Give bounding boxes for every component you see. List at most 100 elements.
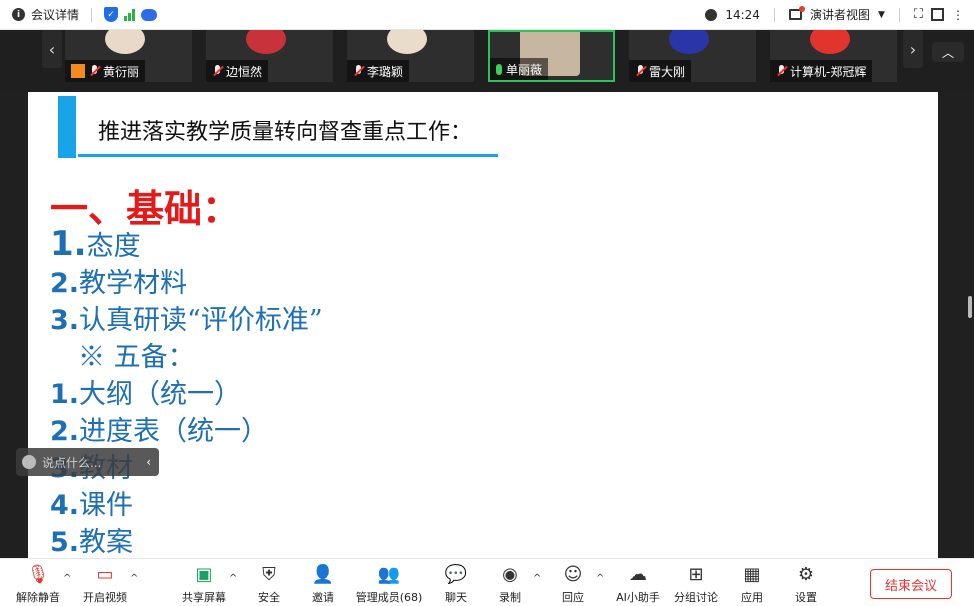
avatar	[105, 30, 145, 54]
apps-icon: ▦	[743, 563, 761, 585]
item-text: 态度	[86, 231, 141, 262]
shield-icon: ⛨	[262, 563, 276, 585]
emoji-icon: ☺	[563, 563, 583, 585]
ai-assistant-icon: ☁	[629, 563, 647, 585]
participant-tile[interactable]: 计算机-郑冠辉	[770, 30, 897, 82]
presentation-slide: 推进落实教学质量转向督查重点工作： 一、基础： 1.态度 2.教学材料 3.认真…	[28, 92, 938, 558]
chevron-down-icon[interactable]: ▼	[878, 10, 885, 20]
participant-label: 黄衍丽	[65, 60, 146, 82]
add-user-icon: 👤	[311, 563, 335, 585]
settings-label: 设置	[795, 591, 817, 604]
participant-label: 李璐颖	[347, 60, 410, 82]
slide-subtitle: 推进落实教学质量转向督查重点工作：	[98, 120, 473, 145]
participant-label: 单丽薇	[490, 58, 549, 80]
shared-screen-area: 推进落实教学质量转向督查重点工作： 一、基础： 1.态度 2.教学材料 3.认真…	[0, 92, 974, 558]
ai-assistant-button[interactable]: ☁ AI小助手	[606, 563, 670, 605]
unmute-button[interactable]: 🎙 解除静音	[6, 563, 70, 605]
breakout-label: 分组讨论	[674, 591, 718, 604]
chevron-up-icon[interactable]: ^	[596, 573, 604, 584]
mic-off-icon	[635, 65, 645, 77]
meeting-toolbar: 🎙 解除静音 ^ ▭ 开启视频 ^ ▣ 共享屏幕 ^ ⛨ 安全 👤 邀请 👥 管…	[0, 558, 974, 606]
meeting-details-link[interactable]: 会议详情	[31, 6, 79, 23]
signal-icon[interactable]	[124, 8, 136, 21]
item-text: 教学材料	[79, 268, 188, 299]
reactions-button[interactable]: ☺ 回应	[541, 563, 605, 605]
breakout-button[interactable]: ⊞ 分组讨论	[664, 563, 728, 605]
chat-placeholder[interactable]: 说点什么...	[42, 454, 101, 471]
divider	[91, 7, 93, 22]
item-number: 3.	[50, 305, 80, 336]
list-item: ※ 五备：	[50, 339, 323, 376]
apps-label: 应用	[741, 591, 763, 604]
chevron-left-icon[interactable]: ‹	[146, 455, 151, 469]
participant-name: 单丽薇	[506, 62, 543, 77]
item-number: 2.	[50, 268, 80, 299]
share-screen-icon: ▣	[195, 563, 213, 585]
fullscreen-icon[interactable]: ⛶	[914, 7, 923, 22]
emoji-icon[interactable]	[22, 455, 36, 469]
avatar	[669, 30, 709, 54]
list-item: 3.认真研读“评价标准”	[50, 302, 323, 339]
record-button[interactable]: ◉ 录制	[478, 563, 542, 605]
record-icon: ◉	[502, 563, 518, 585]
list-item: 1.大纲（统一）	[50, 376, 323, 413]
item-number: 1.	[50, 224, 87, 264]
item-number: 1.	[50, 379, 80, 410]
window-layout-icon[interactable]	[931, 8, 944, 21]
more-icon[interactable]: ⋮	[952, 8, 964, 22]
participant-tile[interactable]: 李璐颖	[347, 30, 474, 82]
avatar	[387, 30, 427, 54]
chat-icon: 💬	[444, 563, 468, 585]
participant-tile-active[interactable]: 单丽薇	[488, 30, 615, 82]
breakout-icon: ⊞	[688, 563, 704, 585]
chat-label: 聊天	[445, 591, 467, 604]
chevron-up-icon[interactable]: ^	[130, 573, 138, 584]
invite-button[interactable]: 👤 邀请	[291, 563, 355, 605]
divider	[773, 7, 775, 22]
next-page-icon[interactable]: ›	[903, 30, 923, 68]
share-label: 共享屏幕	[182, 591, 226, 604]
prev-page-icon[interactable]: ‹	[42, 30, 62, 68]
unmute-label: 解除静音	[16, 591, 60, 604]
settings-button[interactable]: ⚙ 设置	[774, 563, 838, 605]
host-icon	[71, 64, 85, 78]
quick-chat-input[interactable]: 说点什么... ‹	[16, 448, 159, 476]
speaker-view-button[interactable]: 演讲者视图	[810, 6, 870, 23]
participant-name: 计算机-郑冠辉	[790, 64, 867, 79]
mic-off-icon: 🎙	[26, 563, 50, 585]
avatar	[810, 30, 850, 54]
item-text: 教案	[79, 527, 134, 558]
list-item: 2.教学材料	[50, 265, 323, 302]
mic-off-icon	[212, 65, 222, 77]
record-label: 录制	[499, 591, 521, 604]
end-meeting-button[interactable]: 结束会议	[870, 569, 952, 599]
clock-icon	[705, 8, 718, 21]
slide-list: 1.态度 2.教学材料 3.认真研读“评价标准” ※ 五备： 1.大纲（统一） …	[50, 224, 323, 559]
list-item: 5.教案	[50, 524, 323, 558]
mic-off-icon	[776, 65, 786, 77]
info-icon[interactable]: i	[12, 8, 25, 21]
participant-tile[interactable]: 黄衍丽	[65, 30, 192, 82]
subtitle-underline	[78, 154, 498, 157]
participant-name: 雷大刚	[649, 64, 686, 79]
item-number: 4.	[50, 490, 80, 521]
cloud-icon[interactable]	[141, 8, 158, 21]
start-video-button[interactable]: ▭ 开启视频	[73, 563, 137, 605]
participant-tile[interactable]: 边恒然	[206, 30, 333, 82]
item-text: 大纲（统一）	[79, 379, 242, 410]
security-label: 安全	[258, 591, 280, 604]
collapse-strip-icon[interactable]: ︿	[932, 42, 964, 62]
avatar	[246, 30, 286, 54]
video-label: 开启视频	[83, 591, 127, 604]
item-number: 2.	[50, 416, 80, 447]
security-shield-icon[interactable]: ✓	[104, 7, 119, 22]
item-text: 进度表（统一）	[79, 416, 269, 447]
members-icon: 👥	[377, 563, 401, 585]
manage-members-button[interactable]: 👥 管理成员(68)	[356, 563, 423, 605]
share-screen-button[interactable]: ▣ 共享屏幕	[172, 563, 236, 605]
speaker-view-icon[interactable]	[788, 6, 805, 20]
gear-icon: ⚙	[797, 563, 815, 585]
chevron-up-icon[interactable]: ^	[63, 573, 71, 584]
resize-handle[interactable]	[968, 296, 972, 318]
participant-tile[interactable]: 雷大刚	[629, 30, 756, 82]
